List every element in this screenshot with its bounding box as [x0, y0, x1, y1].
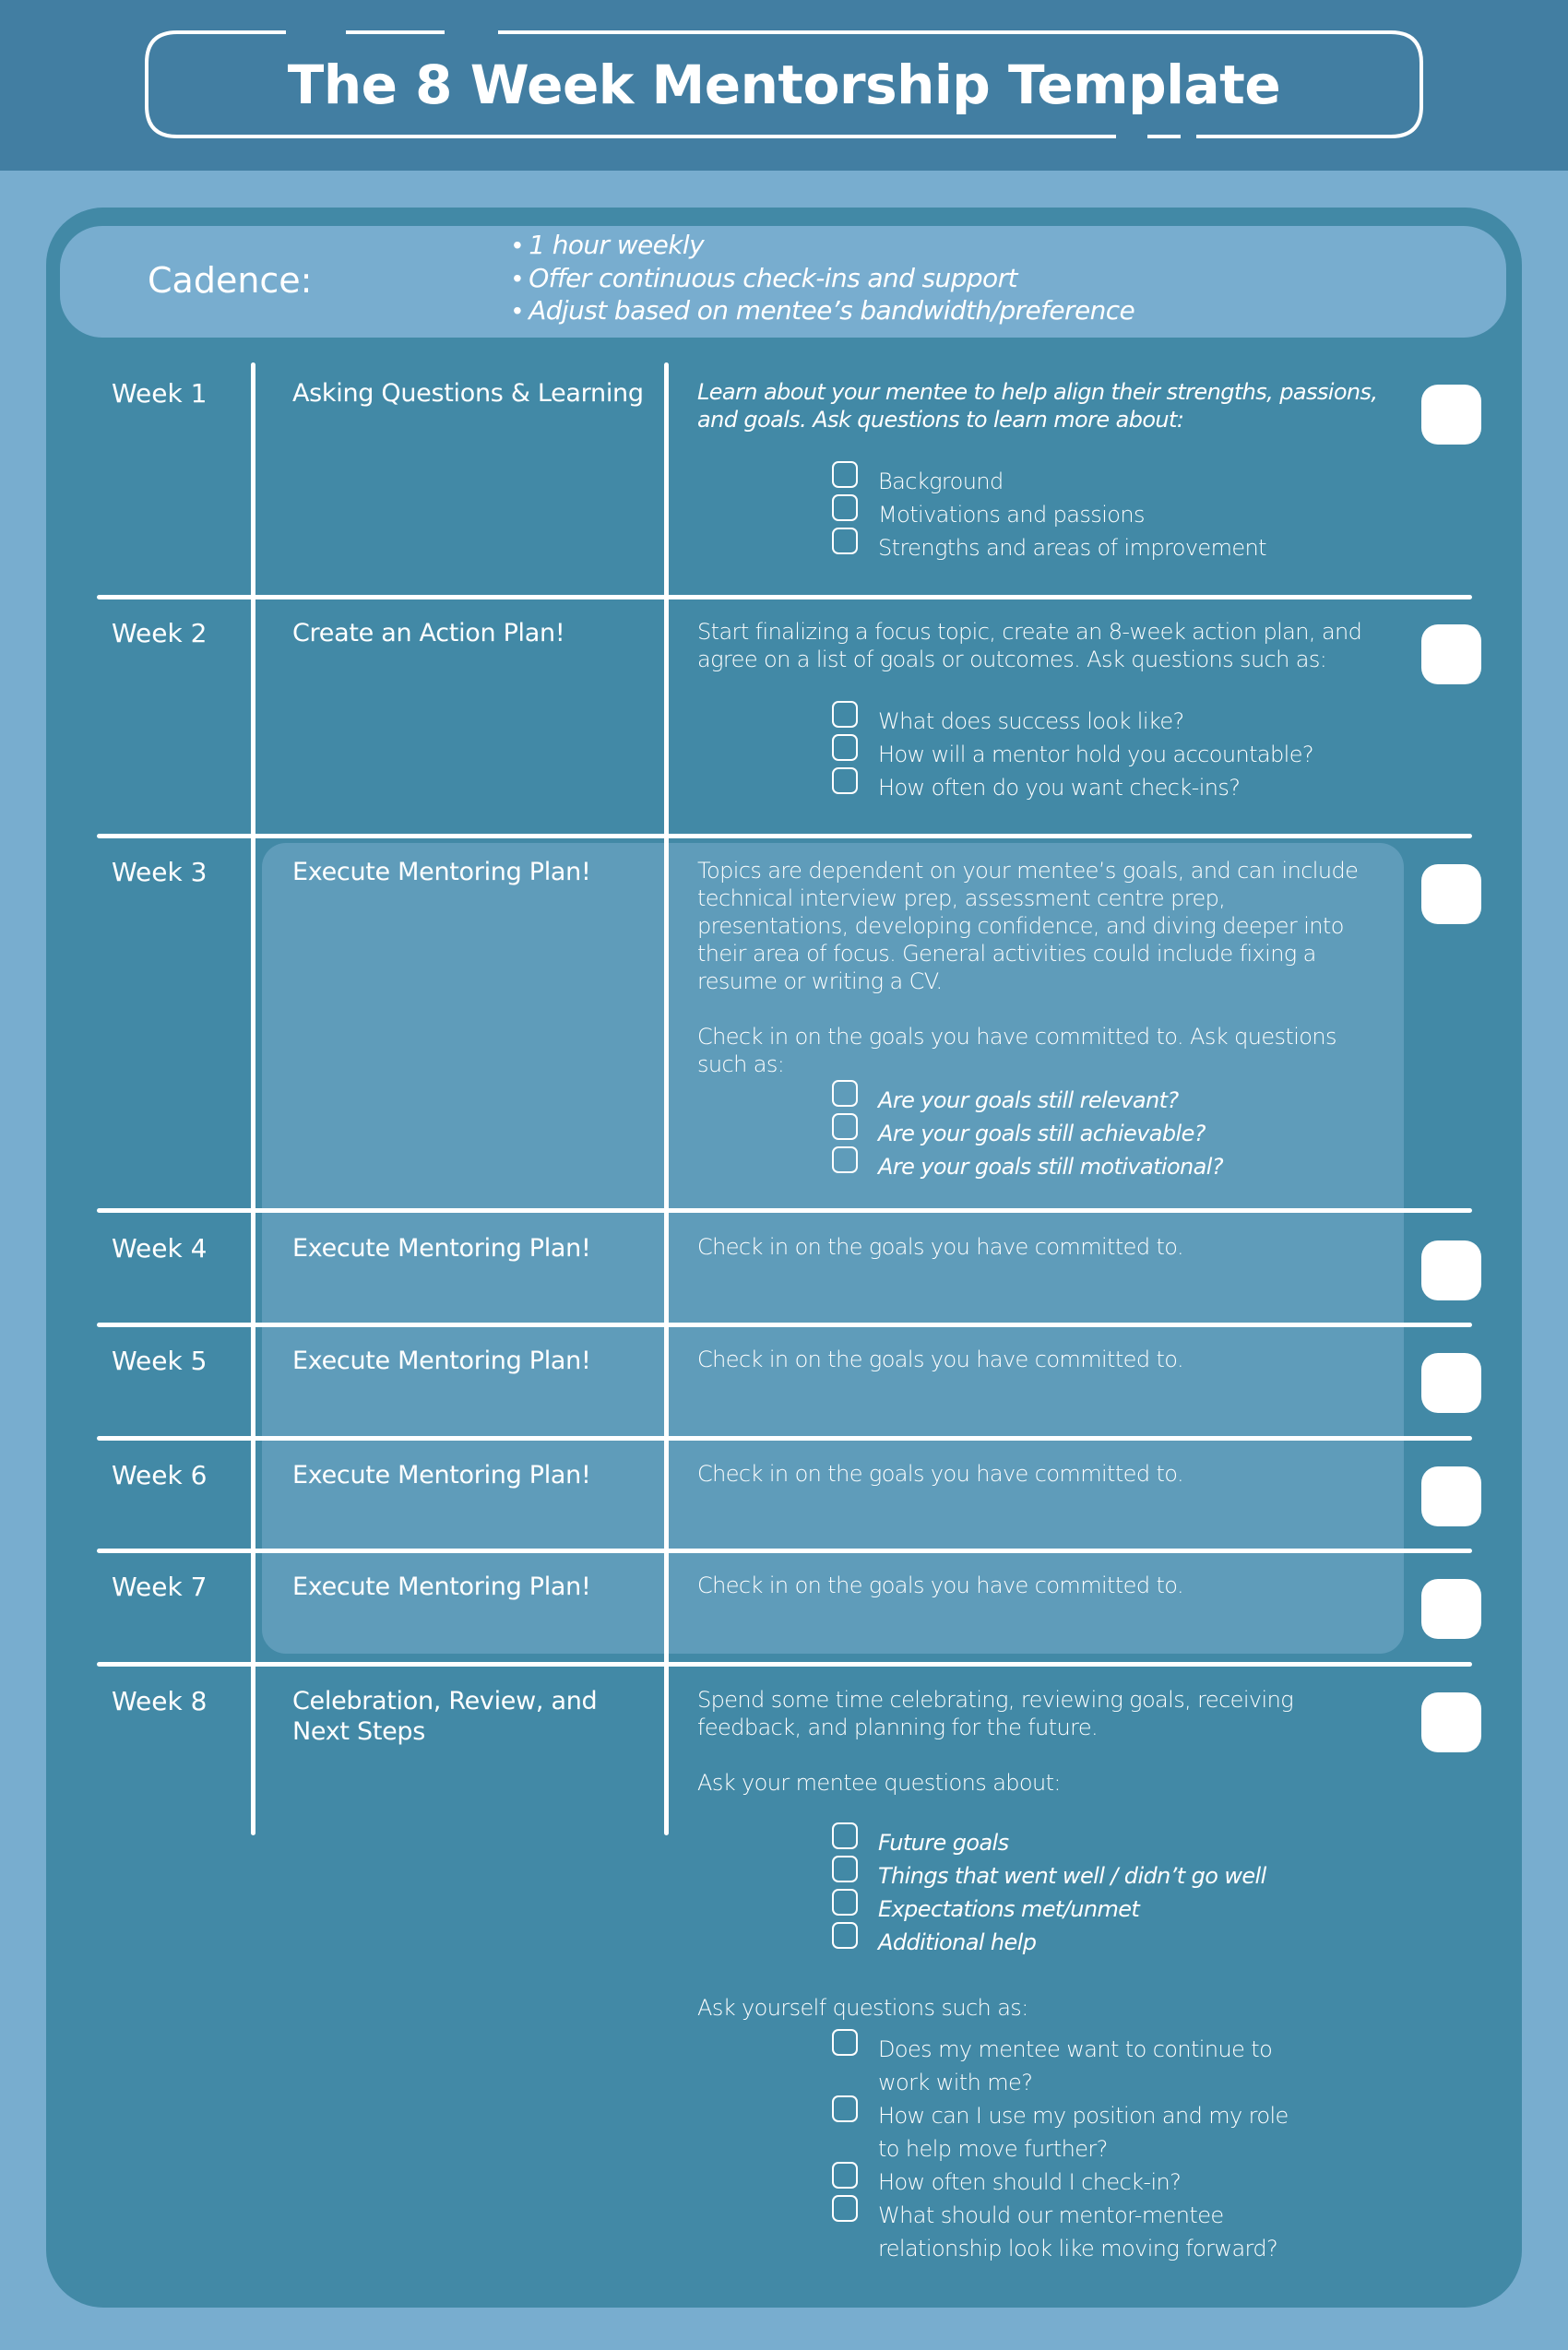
checkbox-icon[interactable] — [832, 461, 858, 488]
self-checklist: Does my mentee want to continue to work … — [697, 2029, 1312, 2265]
week-title: Asking Questions & Learning — [292, 379, 644, 408]
week-intro: Start finalizing a focus topic, create a… — [697, 619, 1362, 672]
week-complete-checkbox[interactable] — [1421, 864, 1481, 924]
week-description: Start finalizing a focus topic, create a… — [697, 618, 1380, 804]
week-title: Execute Mentoring Plan! — [292, 1573, 591, 1601]
checklist-item[interactable]: Are your goals still achievable? — [832, 1113, 1380, 1150]
week-title: Create an Action Plan! — [292, 619, 565, 647]
checklist-item[interactable]: Additional help — [832, 1922, 1380, 1959]
self-questions-heading: Ask yourself questions such as: — [697, 1995, 1028, 2021]
week-label: Week 2 — [112, 618, 208, 648]
row-divider — [97, 1549, 1472, 1553]
week-title: Execute Mentoring Plan! — [292, 1234, 591, 1263]
checklist: What does success look like? How will a … — [697, 701, 1380, 804]
checklist-item[interactable]: How will a mentor hold you accountable? — [832, 734, 1380, 771]
week-description: Learn about your mentee to help align th… — [697, 378, 1380, 564]
checkbox-icon[interactable] — [832, 528, 858, 554]
checklist: Are your goals still relevant? Are your … — [697, 1080, 1380, 1183]
checkbox-icon[interactable] — [832, 2029, 858, 2056]
checkbox-icon[interactable] — [832, 1922, 858, 1949]
week-intro: Check in on the goals you have committed… — [697, 1347, 1184, 1372]
title-frame: The 8 Week Mentorship Template — [145, 30, 1423, 138]
week-title: Execute Mentoring Plan! — [292, 858, 591, 886]
checkbox-icon[interactable] — [832, 2195, 858, 2222]
week-complete-checkbox[interactable] — [1421, 1353, 1481, 1413]
week-complete-checkbox[interactable] — [1421, 1692, 1481, 1752]
checklist-item[interactable]: How can I use my position and my role to… — [832, 2095, 1312, 2166]
checklist-item[interactable]: What does success look like? — [832, 701, 1380, 738]
column-divider — [664, 362, 669, 1835]
week-description: Check in on the goals you have committed… — [697, 1346, 1380, 1373]
row-divider — [97, 1662, 1472, 1667]
row-divider — [97, 595, 1472, 599]
checkbox-icon[interactable] — [832, 701, 858, 728]
week-complete-checkbox[interactable] — [1421, 624, 1481, 684]
week-description: Topics are dependent on your mentee’s go… — [697, 857, 1380, 1183]
week-label: Week 6 — [112, 1460, 208, 1490]
mentee-checklist: Future goals Things that went well / did… — [697, 1822, 1380, 1959]
cadence-item: Adjust based on mentee’s bandwidth/prefe… — [513, 294, 1135, 327]
checklist-item[interactable]: Strengths and areas of improvement — [832, 528, 1380, 564]
row-divider — [97, 1436, 1472, 1441]
week-complete-checkbox[interactable] — [1421, 1579, 1481, 1639]
week-description: Spend some time celebrating, reviewing g… — [697, 1686, 1380, 2265]
cadence-label: Cadence: — [148, 260, 313, 301]
cadence-item: 1 hour weekly — [513, 229, 1134, 262]
week-intro: Spend some time celebrating, reviewing g… — [697, 1687, 1294, 1740]
checklist-item[interactable]: Future goals — [832, 1822, 1380, 1859]
week-complete-checkbox[interactable] — [1421, 385, 1481, 445]
page-title: The 8 Week Mentorship Template — [287, 53, 1281, 116]
checkbox-icon[interactable] — [832, 1889, 858, 1916]
row-divider — [97, 1208, 1472, 1213]
week-label: Week 7 — [112, 1572, 208, 1602]
checklist-item[interactable]: Are your goals still relevant? — [832, 1080, 1380, 1117]
week-description: Check in on the goals you have committed… — [697, 1233, 1380, 1261]
week-title: Celebration, Review, and Next Steps — [292, 1687, 598, 1746]
week-intro: Check in on the goals you have committed… — [697, 1234, 1184, 1260]
row-divider — [97, 1323, 1472, 1327]
week-intro: Learn about your mentee to help align th… — [697, 379, 1378, 433]
checklist-item[interactable]: Things that went well / didn’t go well — [832, 1856, 1380, 1893]
cadence-item: Offer continuous check-ins and support — [513, 262, 1134, 295]
checkbox-icon[interactable] — [832, 1822, 858, 1849]
week-title: Execute Mentoring Plan! — [292, 1347, 591, 1375]
checkbox-icon[interactable] — [832, 734, 858, 761]
week-intro: Topics are dependent on your mentee’s go… — [697, 858, 1359, 994]
checklist-item[interactable]: How often do you want check-ins? — [832, 767, 1380, 804]
week-title: Execute Mentoring Plan! — [292, 1461, 591, 1490]
checkbox-icon[interactable] — [832, 2162, 858, 2189]
checkbox-icon[interactable] — [832, 2095, 858, 2122]
row-divider — [97, 834, 1472, 838]
week-complete-checkbox[interactable] — [1421, 1466, 1481, 1526]
checklist-item[interactable]: What should our mentor-mentee relationsh… — [832, 2195, 1312, 2265]
week-label: Week 8 — [112, 1686, 208, 1716]
week-description: Check in on the goals you have committed… — [697, 1572, 1380, 1599]
checklist-item[interactable]: Background — [832, 461, 1380, 498]
week-label: Week 4 — [112, 1233, 208, 1264]
checkbox-icon[interactable] — [832, 494, 858, 521]
week-label: Week 5 — [112, 1346, 208, 1376]
checkbox-icon[interactable] — [832, 767, 858, 794]
checkbox-icon[interactable] — [832, 1080, 858, 1107]
mentee-questions-heading: Ask your mentee questions about: — [697, 1770, 1062, 1796]
checklist-item[interactable]: Motivations and passions — [832, 494, 1380, 531]
checkbox-icon[interactable] — [832, 1113, 858, 1140]
week-intro-2: Check in on the goals you have committed… — [697, 1024, 1336, 1077]
week-complete-checkbox[interactable] — [1421, 1240, 1481, 1300]
checklist-item[interactable]: Expectations met/unmet — [832, 1889, 1380, 1926]
week-intro: Check in on the goals you have committed… — [697, 1461, 1184, 1487]
week-label: Week 3 — [112, 857, 208, 887]
week-label: Week 1 — [112, 378, 208, 409]
checklist-item[interactable]: How often should I check-in? — [832, 2162, 1312, 2199]
week-description: Check in on the goals you have committed… — [697, 1460, 1380, 1488]
checklist-item[interactable]: Are your goals still motivational? — [832, 1146, 1380, 1183]
checklist-item[interactable]: Does my mentee want to continue to work … — [832, 2029, 1312, 2099]
week-intro: Check in on the goals you have committed… — [697, 1573, 1184, 1598]
checkbox-icon[interactable] — [832, 1146, 858, 1173]
checklist: Background Motivations and passions Stre… — [697, 461, 1380, 564]
cadence-list: 1 hour weekly Offer continuous check-ins… — [513, 229, 1135, 327]
checkbox-icon[interactable] — [832, 1856, 858, 1882]
column-divider — [251, 362, 255, 1835]
